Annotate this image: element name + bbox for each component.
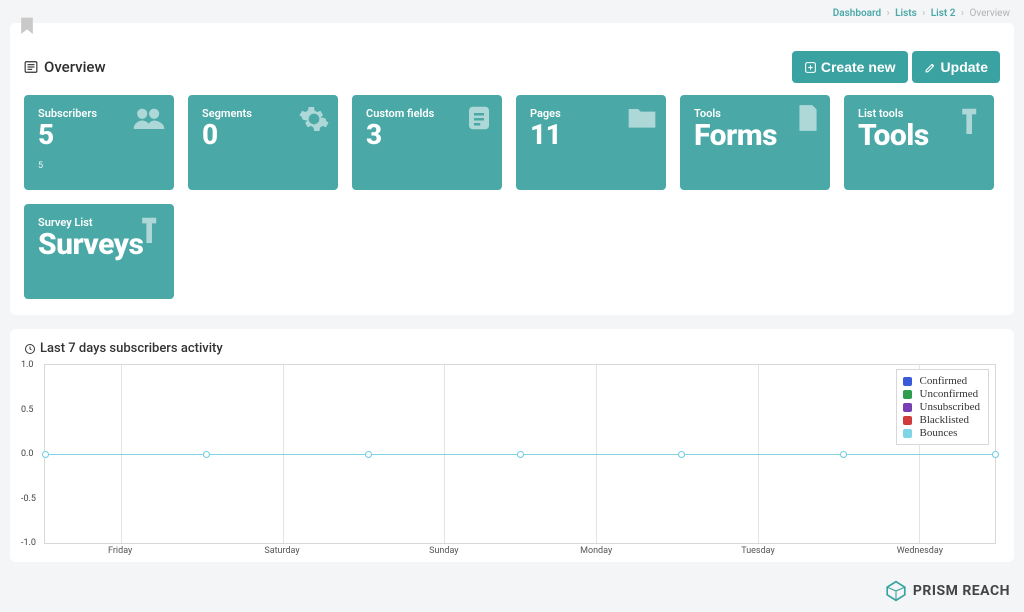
prism-icon	[885, 580, 907, 602]
update-button[interactable]: Update	[912, 51, 1000, 83]
legend-label: Unsubscribed	[920, 401, 981, 413]
breadcrumb-list2[interactable]: List 2	[931, 8, 956, 19]
chart-point	[42, 451, 49, 458]
bookmark-icon	[20, 17, 34, 37]
chart-point	[203, 451, 210, 458]
breadcrumb-sep: ›	[887, 8, 890, 19]
breadcrumb: Dashboard › Lists › List 2 › Overview	[0, 0, 1024, 23]
document-icon	[464, 103, 494, 137]
legend-label: Blacklisted	[920, 414, 970, 426]
breadcrumb-sep: ›	[961, 8, 964, 19]
list-icon	[24, 60, 38, 74]
legend-label: Unconfirmed	[920, 388, 979, 400]
legend-label: Confirmed	[920, 375, 968, 387]
users-icon	[132, 103, 166, 137]
page-title: Overview	[24, 58, 106, 76]
y-tick: 0.5	[21, 405, 34, 415]
breadcrumb-lists[interactable]: Lists	[895, 8, 917, 19]
chart-point	[517, 451, 524, 458]
x-tick: Monday	[580, 546, 612, 556]
card-sub: 5	[38, 161, 164, 171]
brand-logo: PRISM REACH	[885, 580, 1010, 602]
breadcrumb-sep: ›	[922, 8, 925, 19]
legend-label: Bounces	[920, 427, 958, 439]
card-subscribers[interactable]: Subscribers 5 5	[24, 95, 174, 190]
x-tick: Sunday	[429, 546, 458, 556]
hammer-icon	[138, 212, 166, 250]
page-icon	[794, 103, 822, 137]
chart-point	[992, 451, 999, 458]
chart-x-axis: Friday Saturday Sunday Monday Tuesday We…	[44, 546, 996, 560]
legend-swatch	[903, 377, 912, 386]
breadcrumb-dashboard[interactable]: Dashboard	[833, 8, 881, 19]
card-segments[interactable]: Segments 0	[188, 95, 338, 190]
breadcrumb-current: Overview	[969, 8, 1010, 19]
activity-chart: 1.0 0.5 0.0 -0.5 -1.0 Confirmed Unconfir…	[44, 364, 996, 544]
card-custom-fields[interactable]: Custom fields 3	[352, 95, 502, 190]
y-tick: 1.0	[21, 360, 34, 370]
hammer-icon	[958, 103, 986, 141]
card-surveys[interactable]: Survey List Surveys	[24, 204, 174, 299]
card-tools-forms[interactable]: Tools Forms	[680, 95, 830, 190]
x-tick: Tuesday	[741, 546, 775, 556]
folder-icon	[626, 103, 658, 135]
activity-panel: Last 7 days subscribers activity 1.0 0.5…	[10, 329, 1014, 562]
legend-swatch	[903, 390, 912, 399]
y-tick: -1.0	[21, 538, 36, 548]
gear-icon	[298, 103, 330, 139]
x-tick: Friday	[108, 546, 132, 556]
legend-swatch	[903, 416, 912, 425]
legend-swatch	[903, 429, 912, 438]
cards-row: Subscribers 5 5 Segments 0 Custom fields…	[24, 95, 1000, 299]
chart-legend: Confirmed Unconfirmed Unsubscribed Black…	[896, 369, 990, 445]
x-tick: Saturday	[264, 546, 299, 556]
chart-point	[678, 451, 685, 458]
activity-title: Last 7 days subscribers activity	[40, 341, 223, 356]
card-list-tools[interactable]: List tools Tools	[844, 95, 994, 190]
update-label: Update	[941, 59, 988, 75]
brand-text: PRISM REACH	[913, 583, 1010, 599]
plus-icon	[804, 61, 817, 74]
chart-point	[365, 451, 372, 458]
clock-icon	[24, 343, 36, 355]
chart-point	[840, 451, 847, 458]
page-title-text: Overview	[44, 58, 106, 76]
overview-panel: Overview Create new Update Subscribers 5…	[10, 23, 1014, 315]
card-pages[interactable]: Pages 11	[516, 95, 666, 190]
legend-swatch	[903, 403, 912, 412]
x-tick: Wednesday	[897, 546, 943, 556]
edit-icon	[924, 61, 937, 74]
y-tick: 0.0	[21, 449, 34, 459]
create-new-label: Create new	[821, 59, 896, 75]
create-new-button[interactable]: Create new	[792, 51, 908, 83]
y-tick: -0.5	[21, 494, 36, 504]
